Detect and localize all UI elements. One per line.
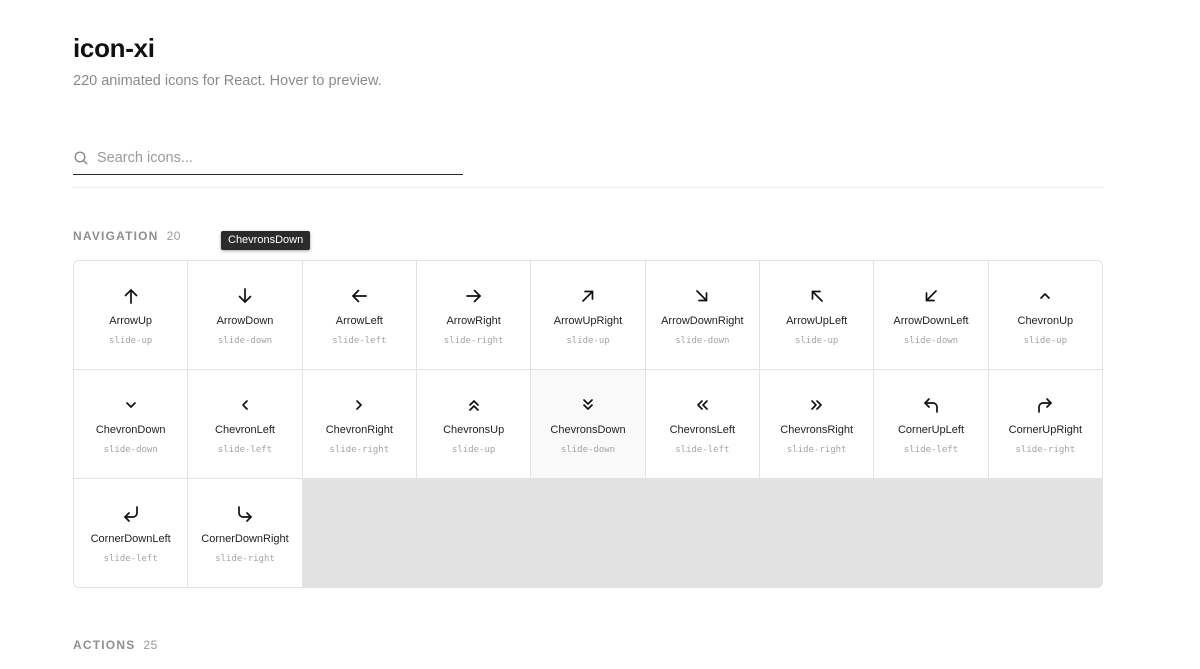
icon-name: ArrowUpLeft	[786, 315, 848, 327]
icon-name: CornerUpLeft	[897, 424, 965, 436]
icon-animation: slide-left	[332, 336, 387, 346]
chevron-left-icon	[234, 394, 256, 416]
icon-animation: slide-left	[903, 445, 959, 455]
icon-name: CornerDownLeft	[90, 533, 171, 545]
corner-up-left-icon	[920, 394, 942, 416]
search-icon	[73, 150, 89, 166]
chevrons-right-icon	[806, 394, 828, 416]
arrow-up-icon	[120, 285, 142, 307]
arrow-down-right-icon	[691, 285, 713, 307]
chevron-right-icon	[348, 394, 370, 416]
icon-card-arrow-down-right[interactable]: ArrowDownRight slide-down	[645, 261, 759, 369]
icon-card-chevron-right[interactable]: ChevronRight slide-right	[302, 370, 416, 478]
icon-name: ArrowDown	[216, 315, 274, 327]
icon-card-chevron-left[interactable]: ChevronLeft slide-left	[188, 370, 302, 478]
icon-card-chevrons-down[interactable]: ChevronsDown slide-down	[531, 370, 645, 478]
icon-animation: slide-left	[217, 445, 273, 455]
section-header-navigation: NAVIGATION 20	[73, 229, 181, 243]
tooltip: ChevronsDown	[221, 231, 311, 250]
corner-down-left-icon	[120, 503, 142, 525]
icon-name: ArrowDownRight	[661, 315, 744, 327]
grid-empty-space	[302, 479, 1102, 587]
section-count: 20	[166, 229, 181, 243]
chevrons-down-icon	[577, 394, 599, 416]
icon-animation: slide-right	[786, 445, 847, 455]
chevrons-up-icon	[463, 394, 485, 416]
icon-animation: slide-left	[103, 554, 158, 564]
icon-grid: ArrowUp slide-up ArrowDown slide-down ArrowL…	[73, 260, 1103, 588]
arrow-right-icon	[463, 285, 485, 307]
icon-card-chevron-down[interactable]: ChevronDown slide-down	[74, 370, 188, 478]
corner-up-right-icon	[1034, 394, 1056, 416]
icon-card-corner-down-right[interactable]: CornerDownRight slide-right	[188, 479, 302, 587]
section-label: ACTIONS	[73, 638, 136, 652]
search-input[interactable]	[97, 147, 457, 169]
section-label: NAVIGATION	[73, 229, 159, 243]
search-bar	[73, 143, 463, 175]
icon-card-arrow-up-right[interactable]: ArrowUpRight slide-up	[531, 261, 645, 369]
icon-card-arrow-down-left[interactable]: ArrowDownLeft slide-down	[874, 261, 988, 369]
icon-name: CornerDownRight	[201, 533, 289, 545]
icon-card-chevrons-left[interactable]: ChevronsLeft slide-left	[645, 370, 759, 478]
icon-card-corner-up-left[interactable]: CornerUpLeft slide-left	[874, 370, 988, 478]
icon-name: ArrowUp	[109, 315, 153, 327]
icon-animation: slide-right	[1015, 445, 1076, 455]
icon-card-arrow-right[interactable]: ArrowRight slide-right	[417, 261, 531, 369]
icon-name: ChevronsLeft	[669, 424, 736, 436]
icon-card-arrow-up-left[interactable]: ArrowUpLeft slide-up	[760, 261, 874, 369]
icon-animation: slide-right	[329, 445, 390, 455]
icon-name: ChevronLeft	[215, 424, 275, 436]
divider	[73, 187, 1103, 188]
icon-animation: slide-right	[215, 554, 275, 564]
icon-animation: slide-up	[451, 445, 496, 455]
icon-animation: slide-right	[443, 336, 504, 346]
arrow-up-right-icon	[577, 285, 599, 307]
section-count: 25	[143, 638, 158, 652]
icon-animation: slide-up	[566, 336, 610, 346]
icon-card-arrow-left[interactable]: ArrowLeft slide-left	[302, 261, 416, 369]
icon-name: ArrowUpRight	[553, 315, 623, 327]
icon-name: ChevronRight	[325, 424, 393, 436]
icon-name: ChevronsUp	[443, 424, 505, 436]
icon-card-arrow-up[interactable]: ArrowUp slide-up	[74, 261, 188, 369]
chevrons-left-icon	[691, 394, 713, 416]
icon-name: ChevronDown	[95, 424, 166, 436]
icon-name: ArrowDownLeft	[893, 315, 969, 327]
icon-animation: slide-down	[217, 336, 273, 346]
arrow-left-icon	[348, 285, 370, 307]
icon-animation: slide-down	[675, 336, 730, 346]
icon-animation: slide-down	[560, 445, 616, 455]
icon-card-arrow-down[interactable]: ArrowDown slide-down	[188, 261, 302, 369]
icon-animation: slide-down	[103, 445, 158, 455]
corner-down-right-icon	[234, 503, 256, 525]
icon-name: ChevronUp	[1017, 315, 1074, 327]
arrow-down-icon	[234, 285, 256, 307]
icon-animation: slide-up	[108, 336, 153, 346]
section-header-actions: ACTIONS 25	[73, 638, 158, 652]
icon-name: ArrowLeft	[335, 315, 383, 327]
icon-name: CornerUpRight	[1008, 424, 1083, 436]
arrow-down-left-icon	[920, 285, 942, 307]
icon-card-corner-down-left[interactable]: CornerDownLeft slide-left	[74, 479, 188, 587]
arrow-up-left-icon	[806, 285, 828, 307]
icon-animation: slide-down	[903, 336, 959, 346]
icon-animation: slide-up	[794, 336, 839, 346]
icon-card-chevron-up[interactable]: ChevronUp slide-up	[988, 261, 1102, 369]
icon-name: ArrowRight	[446, 315, 501, 327]
chevron-up-icon	[1034, 285, 1056, 307]
page-title: icon-xi	[73, 33, 155, 63]
icon-animation: slide-up	[1023, 336, 1067, 346]
chevron-down-icon	[120, 394, 142, 416]
icon-name: ChevronsDown	[550, 424, 626, 436]
icon-card-corner-up-right[interactable]: CornerUpRight slide-right	[988, 370, 1102, 478]
icon-animation: slide-left	[675, 445, 730, 455]
icon-card-chevrons-up[interactable]: ChevronsUp slide-up	[417, 370, 531, 478]
icon-name: ChevronsRight	[780, 424, 854, 436]
page-subtitle: 220 animated icons for React. Hover to p…	[73, 73, 382, 89]
icon-card-chevrons-right[interactable]: ChevronsRight slide-right	[760, 370, 874, 478]
